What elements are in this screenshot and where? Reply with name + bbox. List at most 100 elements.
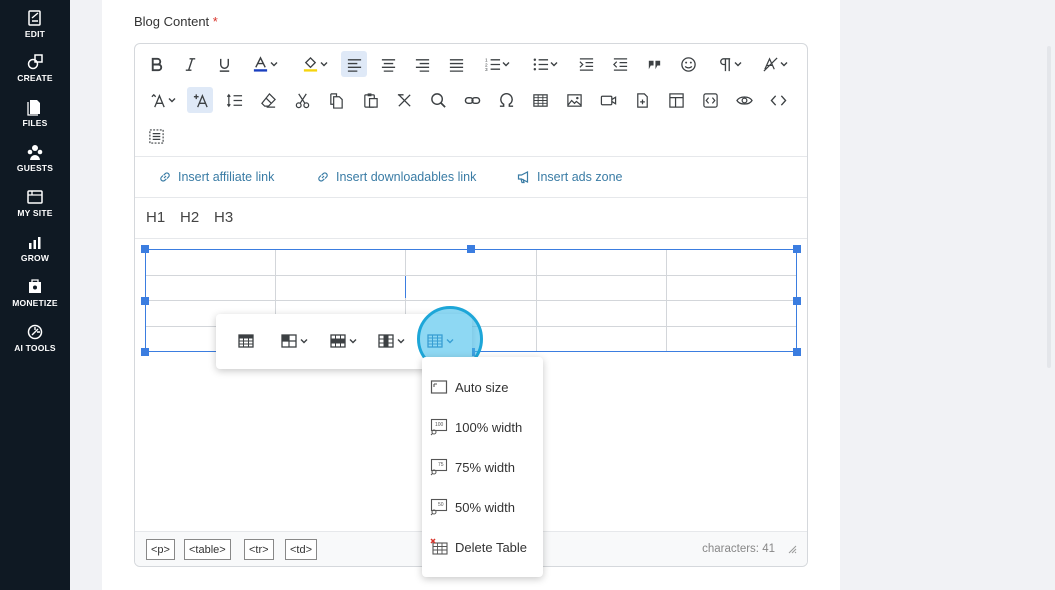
- text-direction-icon: [763, 56, 778, 72]
- preview-button[interactable]: [731, 87, 757, 113]
- heading-3-button[interactable]: H3: [214, 209, 233, 226]
- resize-handle-top-center[interactable]: [467, 245, 475, 253]
- table-column-button[interactable]: [377, 328, 405, 354]
- svg-text:75: 75: [438, 462, 444, 468]
- embed-code-button[interactable]: [697, 87, 723, 113]
- menu-item-75-width[interactable]: 75 75% width: [422, 449, 543, 485]
- insert-ads-zone[interactable]: Insert ads zone: [517, 170, 622, 184]
- insert-link-button[interactable]: [459, 87, 485, 113]
- insert-template-button[interactable]: [663, 87, 689, 113]
- sidebar-item-my-site[interactable]: MY SITE: [0, 188, 70, 218]
- table-column-icon: [378, 334, 394, 348]
- bold-button[interactable]: [143, 51, 169, 77]
- ai-tools-icon: [27, 324, 43, 340]
- table-cell[interactable]: [535, 325, 667, 352]
- align-justify-button[interactable]: [443, 51, 469, 77]
- italic-button[interactable]: [177, 51, 203, 77]
- paste-button[interactable]: [357, 87, 383, 113]
- menu-item-auto-size[interactable]: Auto size: [422, 369, 543, 405]
- path-crumb-p[interactable]: <p>: [146, 539, 175, 560]
- bullet-list-button[interactable]: [525, 51, 565, 77]
- resize-handle-top-left[interactable]: [141, 245, 149, 253]
- heading-1-button[interactable]: H1: [146, 209, 165, 226]
- ordered-list-button[interactable]: 123: [477, 51, 517, 77]
- path-crumb-tr[interactable]: <tr>: [244, 539, 274, 560]
- bold-icon: [151, 57, 162, 71]
- table-size-button[interactable]: [426, 328, 454, 354]
- sidebar-item-create[interactable]: CREATE: [0, 53, 70, 83]
- sidebar-item-files[interactable]: FILES: [0, 98, 70, 128]
- table-header-button[interactable]: [237, 328, 255, 354]
- menu-item-100-width[interactable]: 100 100% width: [422, 409, 543, 445]
- line-height-button[interactable]: [221, 87, 247, 113]
- cut-button[interactable]: [289, 87, 315, 113]
- menu-item-50-width[interactable]: 50 50% width: [422, 489, 543, 525]
- resize-handle-bottom-right[interactable]: [793, 348, 801, 356]
- resize-handle-top-right[interactable]: [793, 245, 801, 253]
- insert-file-button[interactable]: [629, 87, 655, 113]
- insert-image-button[interactable]: [561, 87, 587, 113]
- table-cell[interactable]: [665, 274, 798, 301]
- table-cell[interactable]: [535, 300, 667, 327]
- font-color-button[interactable]: [245, 51, 285, 77]
- remove-format-button[interactable]: [391, 87, 417, 113]
- table-cell[interactable]: [535, 274, 667, 301]
- table-row-button[interactable]: [329, 328, 357, 354]
- resize-handle-bottom-left[interactable]: [141, 348, 149, 356]
- table-cell[interactable]: [405, 249, 537, 276]
- table-cell[interactable]: [275, 274, 407, 301]
- table-cell[interactable]: [144, 249, 277, 276]
- find-replace-button[interactable]: [425, 87, 451, 113]
- page-scrollbar[interactable]: [1047, 46, 1051, 368]
- table-cell[interactable]: [405, 274, 537, 301]
- resize-handle-middle-left[interactable]: [141, 297, 149, 305]
- table-cell[interactable]: [144, 274, 277, 301]
- align-left-button[interactable]: [341, 51, 367, 77]
- table-cell[interactable]: [275, 249, 407, 276]
- align-center-button[interactable]: [375, 51, 401, 77]
- insert-affiliate-link[interactable]: Insert affiliate link: [158, 170, 274, 184]
- text-direction-button[interactable]: [755, 51, 795, 77]
- table-icon: [532, 93, 548, 107]
- width-100-icon: 100: [430, 418, 448, 436]
- blockquote-button[interactable]: [641, 51, 667, 77]
- table-cell[interactable]: [665, 249, 798, 276]
- path-crumb-table[interactable]: <table>: [184, 539, 231, 560]
- sidebar-item-grow[interactable]: GROW: [0, 233, 70, 263]
- font-size-icon: [151, 93, 165, 107]
- copy-button[interactable]: [323, 87, 349, 113]
- styles-button[interactable]: [187, 87, 213, 113]
- text-style-icon: [193, 93, 208, 107]
- sidebar-item-monetize[interactable]: MONETIZE: [0, 278, 70, 308]
- heading-2-button[interactable]: H2: [180, 209, 199, 226]
- chevron-down-icon: [270, 62, 278, 67]
- highlight-color-button[interactable]: [295, 51, 335, 77]
- underline-button[interactable]: [211, 51, 237, 77]
- text-cursor: [405, 276, 406, 298]
- insert-video-button[interactable]: [595, 87, 621, 113]
- font-size-button[interactable]: [143, 87, 183, 113]
- outdent-button[interactable]: [607, 51, 633, 77]
- resize-handle-middle-right[interactable]: [793, 297, 801, 305]
- sidebar-item-ai-tools[interactable]: AI TOOLS: [0, 323, 70, 353]
- clear-formatting-button[interactable]: [255, 87, 281, 113]
- source-code-button[interactable]: [765, 87, 791, 113]
- table-cell[interactable]: [535, 249, 667, 276]
- insert-table-button[interactable]: [527, 87, 553, 113]
- path-crumb-td[interactable]: <td>: [285, 539, 318, 560]
- chevron-down-icon: [446, 339, 454, 344]
- resize-grip-icon[interactable]: [787, 544, 797, 554]
- emoji-button[interactable]: [675, 51, 701, 77]
- sidebar-item-guests[interactable]: GUESTS: [0, 143, 70, 173]
- paragraph-format-button[interactable]: [709, 51, 749, 77]
- special-character-button[interactable]: [493, 87, 519, 113]
- sidebar-item-edit[interactable]: EDIT: [0, 9, 70, 39]
- indent-button[interactable]: [573, 51, 599, 77]
- table-cell-button[interactable]: [280, 328, 308, 354]
- table-cell[interactable]: [665, 325, 798, 352]
- select-all-button[interactable]: [143, 123, 169, 149]
- menu-item-delete-table[interactable]: Delete Table: [422, 529, 543, 565]
- table-cell[interactable]: [665, 300, 798, 327]
- insert-downloadables-link[interactable]: Insert downloadables link: [316, 170, 476, 184]
- align-right-button[interactable]: [409, 51, 435, 77]
